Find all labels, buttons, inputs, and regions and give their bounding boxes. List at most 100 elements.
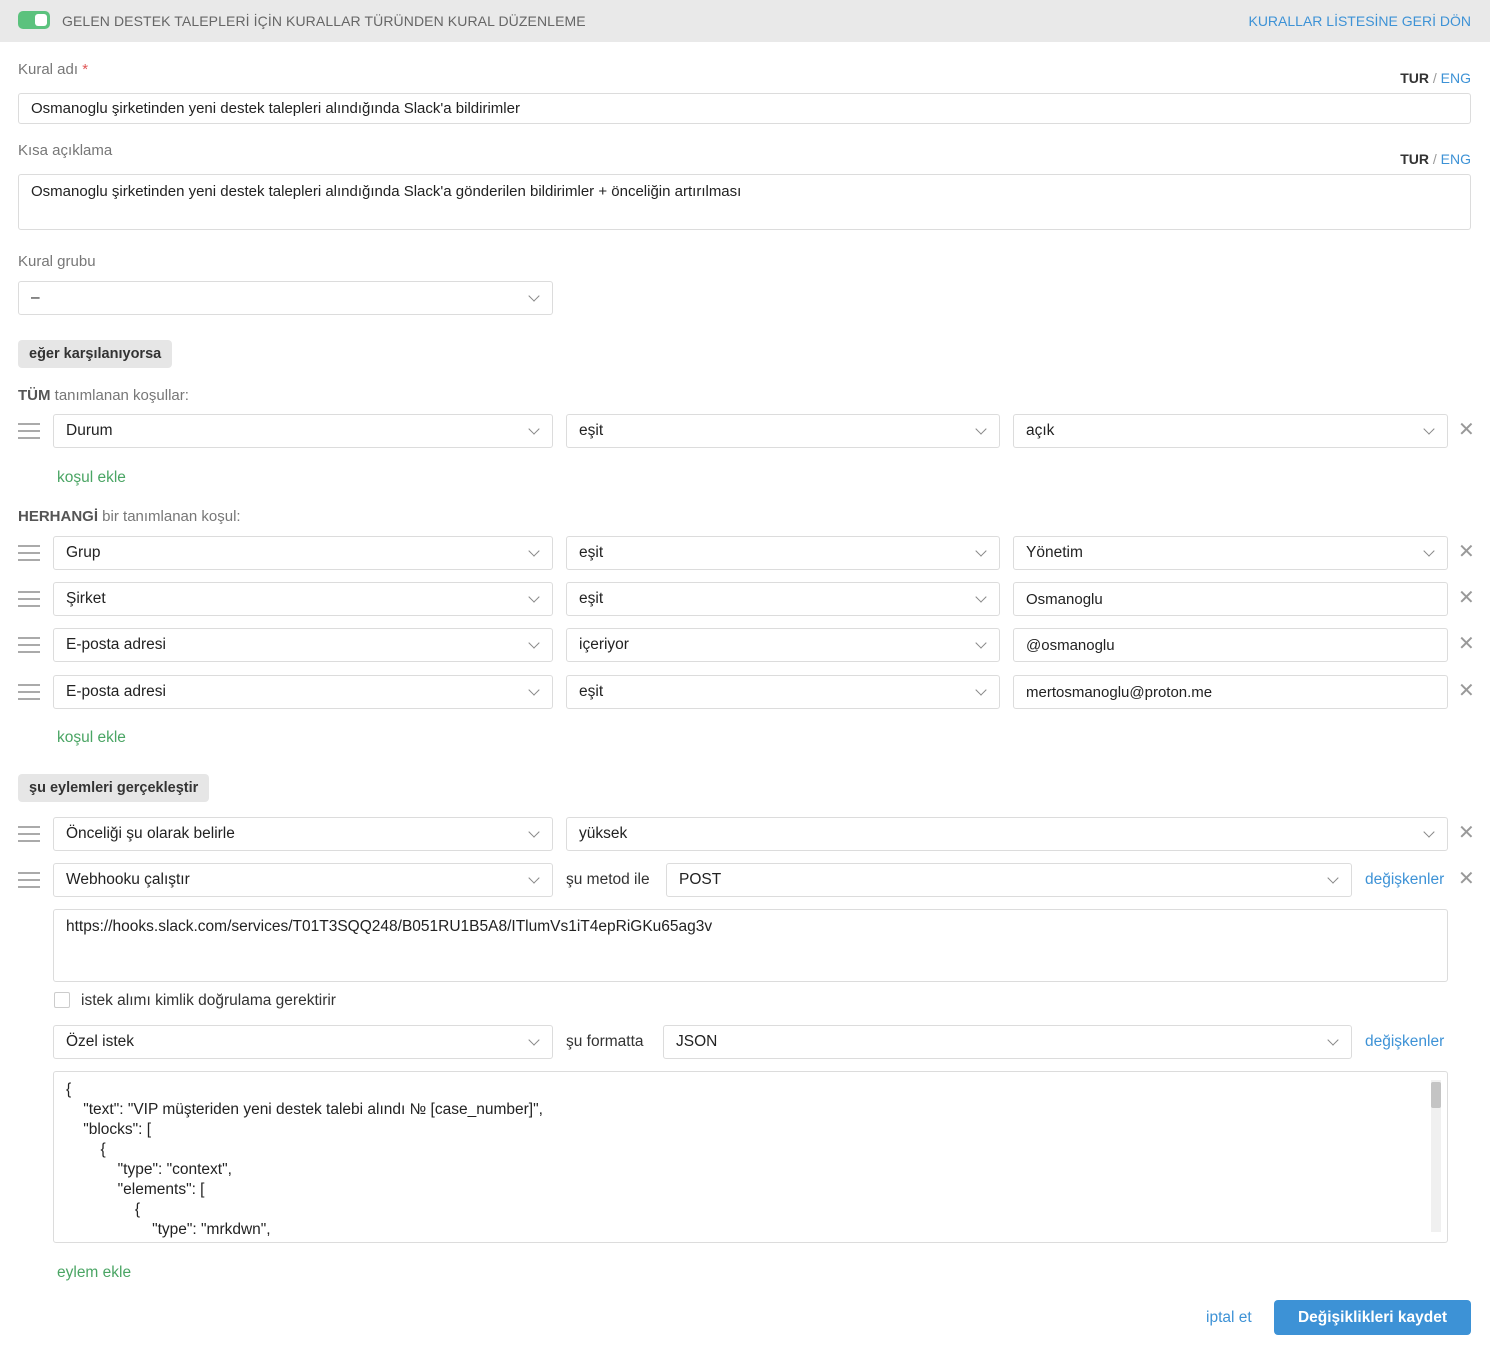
back-to-rules-link[interactable]: KURALLAR LİSTESİNE GERİ DÖN [1248, 13, 1471, 29]
all-conditions-title-rest: tanımlanan koşullar: [50, 387, 189, 404]
add-all-condition-link[interactable]: koşul ekle [57, 469, 126, 487]
condition-field-value: Şirket [66, 590, 106, 607]
add-action-link[interactable]: eylem ekle [57, 1264, 131, 1282]
lang-eng[interactable]: ENG [1441, 70, 1471, 86]
any-conditions-title-rest: bir tanımlanan koşul: [98, 508, 241, 525]
request-body-editor[interactable]: { "text": "VIP müşteriden yeni destek ta… [53, 1071, 1448, 1243]
format-label: şu formatta [566, 1033, 644, 1050]
rule-name-lang-switch: TUR / ENG [1400, 70, 1471, 86]
action-type-select[interactable]: Önceliği şu olarak belirle [53, 817, 553, 851]
condition-operator-value: eşit [579, 422, 604, 439]
variables-link[interactable]: değişkenler [1365, 871, 1444, 889]
actions-section-header: şu eylemleri gerçekleştir [18, 774, 210, 802]
chevron-down-icon [1327, 1034, 1339, 1046]
rule-group-label: Kural grubu [18, 253, 96, 270]
chevron-down-icon [528, 637, 540, 649]
action-type-value: Önceliği şu olarak belirle [66, 825, 235, 842]
condition-field-value: E-posta adresi [66, 683, 166, 700]
short-desc-label: Kısa açıklama [18, 142, 113, 159]
all-conditions-title-bold: TÜM [18, 387, 51, 404]
condition-field-select[interactable]: Şirket [53, 582, 553, 616]
cancel-link[interactable]: iptal et [1206, 1309, 1252, 1327]
add-any-condition-link[interactable]: koşul ekle [57, 729, 126, 747]
condition-field-value: Grup [66, 544, 101, 561]
lang-tur[interactable]: TUR [1400, 151, 1429, 167]
remove-condition-icon[interactable]: ✕ [1458, 420, 1475, 440]
priority-value: yüksek [579, 825, 628, 842]
action-type-value: Webhooku çalıştır [66, 871, 190, 888]
drag-handle-icon[interactable] [18, 545, 40, 561]
condition-operator-select[interactable]: eşit [566, 414, 1000, 448]
all-conditions-title: TÜM tanımlanan koşullar: [18, 387, 189, 404]
condition-operator-value: eşit [579, 590, 604, 607]
condition-value: açık [1026, 422, 1055, 439]
chevron-down-icon [975, 591, 987, 603]
short-desc-lang-switch: TUR / ENG [1400, 151, 1471, 167]
header-bar: GELEN DESTEK TALEPLERİ İÇİN KURALLAR TÜR… [0, 0, 1490, 42]
condition-field-select[interactable]: E-posta adresi [53, 628, 553, 662]
chevron-down-icon [528, 545, 540, 557]
drag-handle-icon[interactable] [18, 637, 40, 653]
condition-field-select[interactable]: Durum [53, 414, 553, 448]
condition-field-select[interactable]: E-posta adresi [53, 675, 553, 709]
page-title: GELEN DESTEK TALEPLERİ İÇİN KURALLAR TÜR… [62, 13, 586, 29]
condition-field-select[interactable]: Grup [53, 536, 553, 570]
remove-condition-icon[interactable]: ✕ [1458, 588, 1475, 608]
chevron-down-icon [528, 423, 540, 435]
condition-operator-select[interactable]: eşit [566, 536, 1000, 570]
condition-value-input[interactable]: mertosmanoglu@proton.me [1013, 675, 1448, 709]
remove-action-icon[interactable]: ✕ [1458, 823, 1475, 843]
chevron-down-icon [528, 826, 540, 838]
request-type-value: Özel istek [66, 1033, 135, 1050]
condition-operator-select[interactable]: içeriyor [566, 628, 1000, 662]
condition-value-select[interactable]: açık [1013, 414, 1448, 448]
condition-operator-select[interactable]: eşit [566, 582, 1000, 616]
remove-action-icon[interactable]: ✕ [1458, 869, 1475, 889]
drag-handle-icon[interactable] [18, 872, 40, 888]
condition-operator-select[interactable]: eşit [566, 675, 1000, 709]
remove-condition-icon[interactable]: ✕ [1458, 681, 1475, 701]
format-select[interactable]: JSON [663, 1025, 1352, 1059]
rule-enabled-toggle[interactable] [18, 11, 50, 29]
chevron-down-icon [1423, 423, 1435, 435]
chevron-down-icon [975, 423, 987, 435]
rule-name-input[interactable]: Osmanoglu şirketinden yeni destek talepl… [18, 93, 1471, 124]
rule-group-value: – [31, 289, 40, 306]
priority-value-select[interactable]: yüksek [566, 817, 1448, 851]
rule-name-label: Kural adı * [18, 61, 88, 78]
condition-field-value: Durum [66, 422, 113, 439]
action-type-select[interactable]: Webhooku çalıştır [53, 863, 553, 897]
editor-scrollbar-thumb[interactable] [1431, 1082, 1441, 1108]
short-desc-textarea[interactable]: Osmanoglu şirketinden yeni destek talepl… [18, 174, 1471, 230]
save-changes-button[interactable]: Değişiklikleri kaydet [1274, 1300, 1471, 1335]
chevron-down-icon [1423, 545, 1435, 557]
condition-value-input[interactable]: Osmanoglu [1013, 582, 1448, 616]
method-label: şu metod ile [566, 871, 650, 888]
variables-link[interactable]: değişkenler [1365, 1033, 1444, 1051]
condition-value-input[interactable]: @osmanoglu [1013, 628, 1448, 662]
condition-operator-value: eşit [579, 683, 604, 700]
request-body-text: { "text": "VIP müşteriden yeni destek ta… [66, 1081, 543, 1238]
any-conditions-title: HERHANGİ bir tanımlanan koşul: [18, 508, 241, 525]
remove-condition-icon[interactable]: ✕ [1458, 542, 1475, 562]
auth-required-label: istek alımı kimlik doğrulama gerektirir [81, 992, 336, 1009]
request-type-select[interactable]: Özel istek [53, 1025, 553, 1059]
chevron-down-icon [528, 290, 540, 302]
webhook-url-textarea[interactable]: https://hooks.slack.com/services/T01T3SQ… [53, 909, 1448, 982]
chevron-down-icon [528, 591, 540, 603]
drag-handle-icon[interactable] [18, 826, 40, 842]
drag-handle-icon[interactable] [18, 591, 40, 607]
chevron-down-icon [975, 637, 987, 649]
drag-handle-icon[interactable] [18, 423, 40, 439]
http-method-select[interactable]: POST [666, 863, 1352, 897]
lang-eng[interactable]: ENG [1441, 151, 1471, 167]
auth-required-checkbox[interactable] [54, 992, 70, 1008]
condition-field-value: E-posta adresi [66, 636, 166, 653]
condition-value-select[interactable]: Yönetim [1013, 536, 1448, 570]
drag-handle-icon[interactable] [18, 684, 40, 700]
chevron-down-icon [975, 545, 987, 557]
lang-tur[interactable]: TUR [1400, 70, 1429, 86]
format-value: JSON [676, 1033, 718, 1050]
remove-condition-icon[interactable]: ✕ [1458, 634, 1475, 654]
rule-group-select[interactable]: – [18, 281, 553, 315]
